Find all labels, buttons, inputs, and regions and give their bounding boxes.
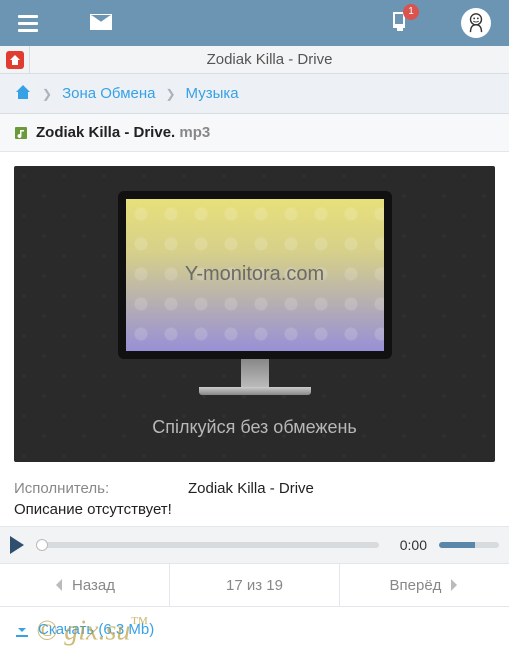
mail-icon[interactable]	[90, 14, 112, 33]
home-icon[interactable]	[14, 83, 32, 104]
breadcrumb-link-exchange[interactable]: Зона Обмена	[62, 85, 155, 102]
ad-caption: Спілкуйся без обмежень	[152, 417, 357, 438]
progress-bar[interactable]	[36, 542, 379, 548]
app-home-button[interactable]	[0, 46, 30, 74]
volume-slider[interactable]	[439, 542, 499, 548]
page-counter: 17 из 19	[170, 564, 340, 606]
topbar: 1	[0, 0, 509, 46]
progress-handle[interactable]	[36, 539, 48, 551]
time-display: 0:00	[391, 537, 427, 553]
avatar[interactable]	[461, 8, 491, 38]
ad-banner[interactable]: Y-monitora.com Спілкуйся без обмежень	[14, 166, 495, 462]
prev-label: Назад	[72, 577, 115, 594]
music-file-icon	[14, 126, 28, 140]
ad-screen-text: Y-monitora.com	[185, 263, 324, 286]
download-label: Скачать (6.3 Mb)	[38, 621, 154, 638]
file-title-bar: Zodiak Killa - Drive. mp3	[0, 114, 509, 152]
next-button[interactable]: Вперёд	[340, 564, 509, 606]
app-home-icon	[6, 51, 24, 69]
page-title: Zodiak Killa - Drive	[30, 51, 509, 68]
description: Описание отсутствует!	[14, 501, 495, 518]
download-row: Скачать (6.3 Mb) © gix.su™	[0, 607, 509, 652]
artist-value: Zodiak Killa - Drive	[188, 480, 314, 497]
notification-badge: 1	[403, 4, 419, 20]
artist-label: Исполнитель:	[14, 480, 188, 497]
audio-player: 0:00	[0, 526, 509, 564]
breadcrumb: ❯ Зона Обмена ❯ Музыка	[0, 74, 509, 114]
chevron-right-icon: ❯	[42, 87, 52, 101]
breadcrumb-link-music[interactable]: Музыка	[186, 85, 239, 102]
notifications-icon[interactable]: 1	[391, 12, 409, 35]
file-name: Zodiak Killa - Drive.	[36, 124, 179, 141]
titlebar: Zodiak Killa - Drive	[0, 46, 509, 74]
download-link[interactable]: Скачать (6.3 Mb)	[14, 621, 495, 638]
download-icon	[14, 622, 30, 638]
next-label: Вперёд	[390, 577, 442, 594]
menu-icon[interactable]	[18, 15, 38, 32]
info-block: Исполнитель: Zodiak Killa - Drive Описан…	[0, 476, 509, 526]
content-area: Y-monitora.com Спілкуйся без обмежень	[0, 152, 509, 476]
prev-button[interactable]: Назад	[0, 564, 170, 606]
chevron-right-icon: ❯	[165, 87, 175, 101]
pagination: Назад 17 из 19 Вперёд	[0, 564, 509, 607]
file-extension: mp3	[179, 124, 210, 141]
play-button[interactable]	[10, 536, 24, 554]
monitor-graphic: Y-monitora.com	[118, 191, 392, 395]
